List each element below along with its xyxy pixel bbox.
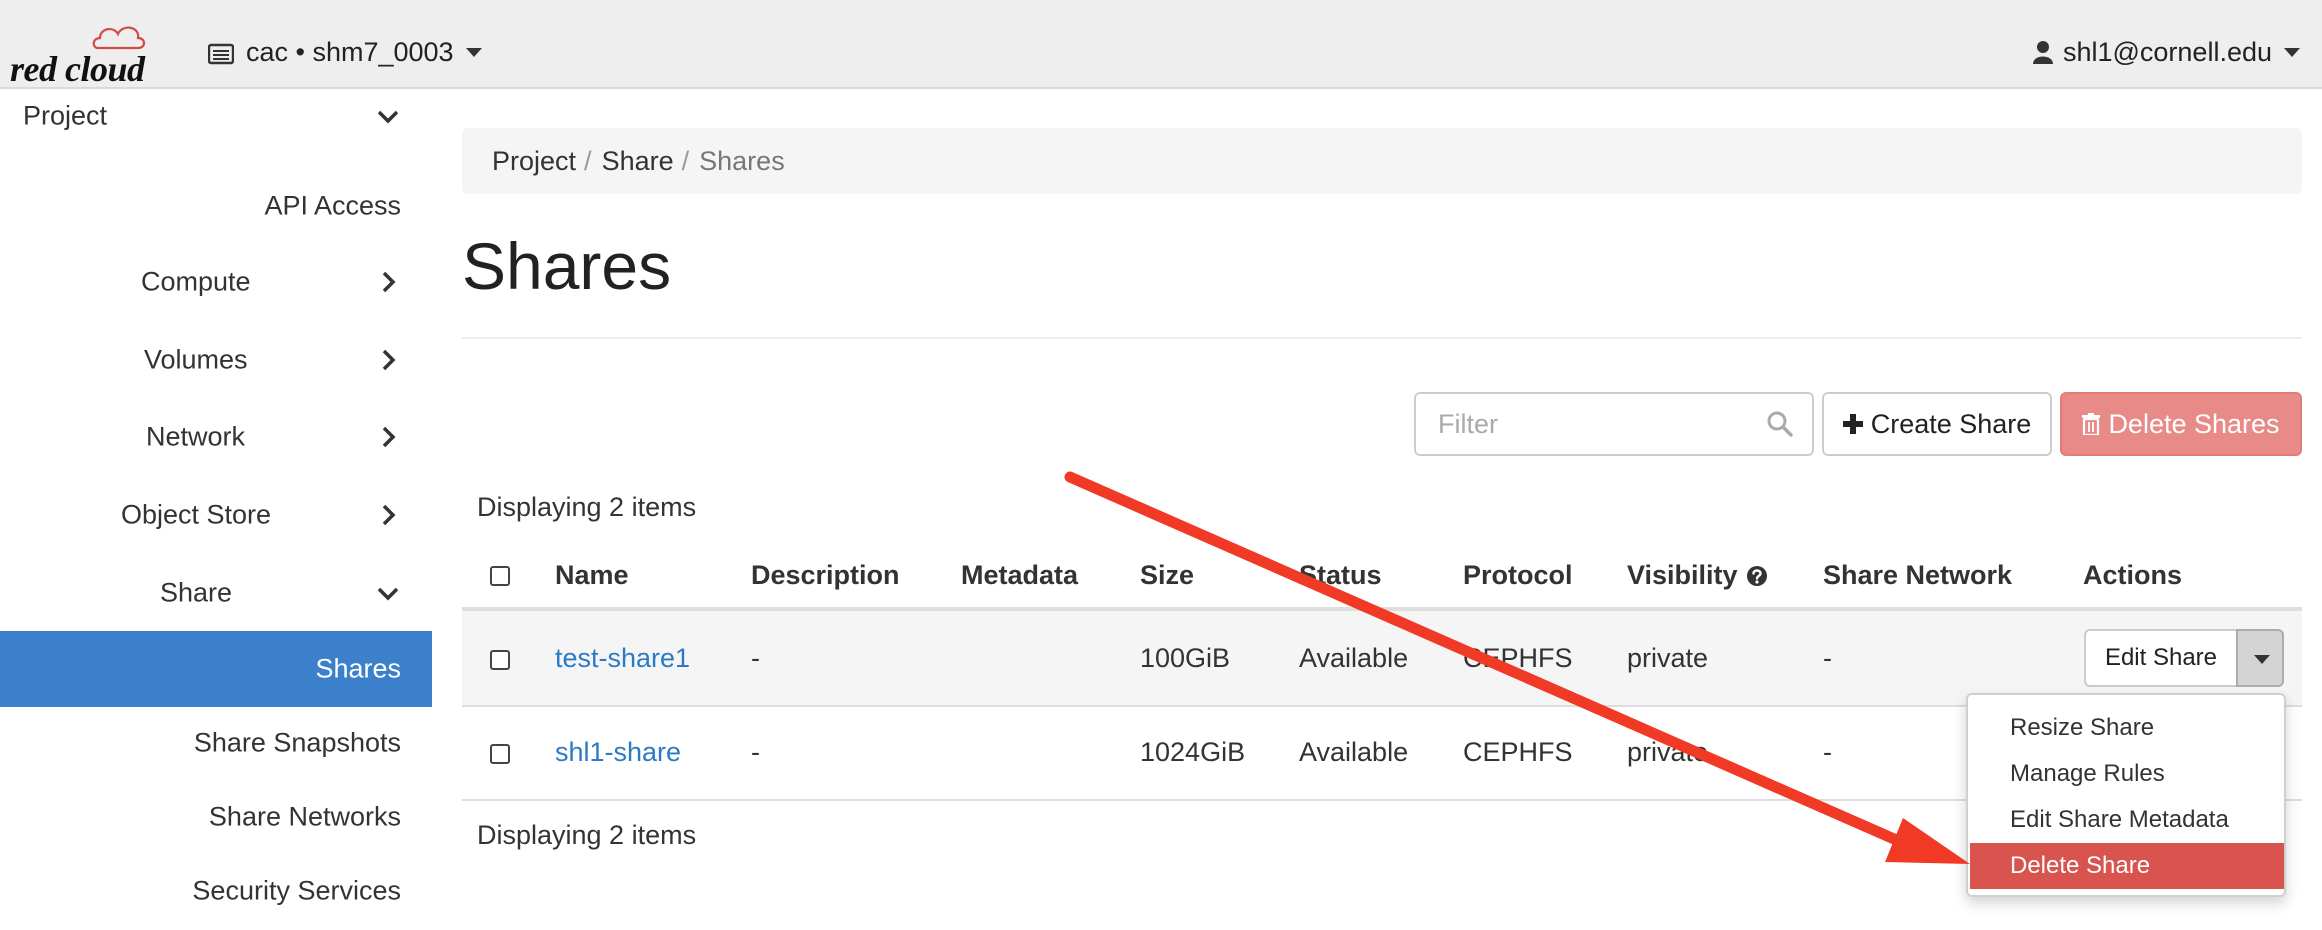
plus-icon [1842,414,1863,434]
menu-item-delete-share[interactable]: Delete Share [1970,843,2284,889]
row-checkbox[interactable] [490,650,510,670]
delete-shares-button[interactable]: Delete Shares [2060,392,2302,456]
search-icon[interactable] [1766,410,1794,438]
cell-status: Available [1299,737,1409,767]
red-cloud-logo[interactable]: red cloud [10,22,160,89]
sidebar-item-object-store[interactable]: Object Store [0,482,432,548]
chevron-right-icon [382,349,396,371]
row-actions-toggle[interactable] [2236,629,2284,687]
menu-item-edit-share-metadata[interactable]: Edit Share Metadata [1970,797,2284,843]
chevron-right-icon [382,426,396,448]
sidebar-item-shares[interactable]: Shares [0,631,432,707]
chevron-right-icon [382,504,396,526]
create-share-label: Create Share [1870,408,2032,439]
column-header-actions: Actions [2083,560,2183,590]
chevron-down-icon [377,110,399,124]
sidebar-item-security-services[interactable]: Security Services [0,858,432,924]
select-all-checkbox[interactable] [490,566,510,586]
column-header-metadata[interactable]: Metadata [961,560,1078,591]
row-actions-menu: Resize Share Manage Rules Edit Share Met… [1966,693,2286,897]
item-count-bottom: Displaying 2 items [477,820,697,850]
sidebar-item-api-access[interactable]: API Access [0,173,432,239]
row-actions-group: Edit Share [2084,629,2284,687]
cell-visibility: private [1627,643,1709,673]
sidebar-item-label: Volumes [144,344,248,375]
column-header-visibility-label: Visibility [1627,560,1738,590]
breadcrumb-item-shares: Shares [699,145,785,176]
breadcrumb-item-project[interactable]: Project [492,146,576,177]
breadcrumb: Project / Share / Shares [462,128,2302,194]
sidebar-item-label: Share [160,577,233,608]
column-header-description[interactable]: Description [751,560,900,591]
column-header-share-network[interactable]: Share Network [1823,560,2012,591]
title-divider [462,337,2302,339]
cell-size: 100GiB [1140,643,1231,673]
sidebar-item-label: Network [146,421,246,452]
cell-protocol: CEPHFS [1463,737,1573,767]
breadcrumb-separator: / [584,145,592,176]
top-navbar: red cloud cac • shm7_0003 shl1@cornell.e… [0,0,2322,89]
project-selector-label: cac • shm7_0003 [246,36,454,67]
sidebar-item-label: Object Store [121,499,272,530]
column-header-protocol[interactable]: Protocol [1463,560,1573,591]
sidebar-item-project[interactable]: Project [0,83,432,149]
cell-size: 1024GiB [1140,737,1246,767]
cell-status: Available [1299,643,1409,673]
filter-box[interactable] [1414,392,1814,456]
project-list-icon [207,41,235,65]
sidebar-item-label: Share Networks [208,801,401,832]
sidebar-item-label: API Access [264,190,401,221]
project-selector[interactable]: cac • shm7_0003 [207,32,482,72]
sidebar-item-share-networks[interactable]: Share Networks [0,784,432,850]
column-header-status[interactable]: Status [1299,560,1382,591]
edit-share-button[interactable]: Edit Share [2084,629,2238,687]
delete-shares-label: Delete Shares [2108,408,2280,439]
user-menu[interactable]: shl1@cornell.edu [2032,32,2300,72]
user-menu-label: shl1@cornell.edu [2062,36,2272,67]
cell-protocol: CEPHFS [1463,643,1573,673]
page-title: Shares [462,229,672,303]
sidebar-item-label: Share Snapshots [193,727,401,758]
sidebar: Project API Access Compute Volumes Netwo… [0,91,432,930]
sidebar-item-share[interactable]: Share [0,560,432,626]
chevron-down-icon [2284,47,2300,57]
user-icon [2032,41,2053,64]
share-name-link[interactable]: shl1-share [555,737,681,768]
sidebar-item-compute[interactable]: Compute [0,249,432,315]
cell-share-network: - [1823,643,1832,673]
chevron-down-icon [2254,655,2270,664]
filter-input[interactable] [1416,394,1756,454]
breadcrumb-separator: / [681,145,690,176]
menu-item-manage-rules[interactable]: Manage Rules [1970,751,2284,797]
column-header-visibility[interactable]: Visibility [1627,560,1768,591]
sidebar-item-label: Shares [315,653,401,684]
share-name-link[interactable]: test-share1 [555,643,690,674]
row-checkbox[interactable] [490,744,510,764]
chevron-right-icon [382,271,396,293]
create-share-button[interactable]: Create Share [1822,392,2052,456]
sidebar-item-share-snapshots[interactable]: Share Snapshots [0,710,432,776]
cell-visibility: private [1627,737,1709,767]
column-header-name[interactable]: Name [555,560,629,591]
breadcrumb-item-share[interactable]: Share [602,146,674,177]
menu-item-resize-share[interactable]: Resize Share [1970,705,2284,751]
sidebar-item-network[interactable]: Network [0,404,432,470]
column-header-size[interactable]: Size [1140,560,1194,591]
help-icon[interactable] [1746,565,1768,587]
chevron-down-icon [465,47,482,57]
sidebar-item-label: Security Services [192,875,401,906]
cell-share-network: - [1823,737,1832,767]
sidebar-item-volumes[interactable]: Volumes [0,327,432,393]
sidebar-item-label: Project [23,100,108,131]
sidebar-item-label: Compute [141,266,251,297]
trash-icon [2082,413,2101,435]
cell-description: - [751,643,760,673]
item-count-top: Displaying 2 items [477,492,697,522]
cell-description: - [751,737,760,767]
chevron-down-icon [377,587,399,601]
